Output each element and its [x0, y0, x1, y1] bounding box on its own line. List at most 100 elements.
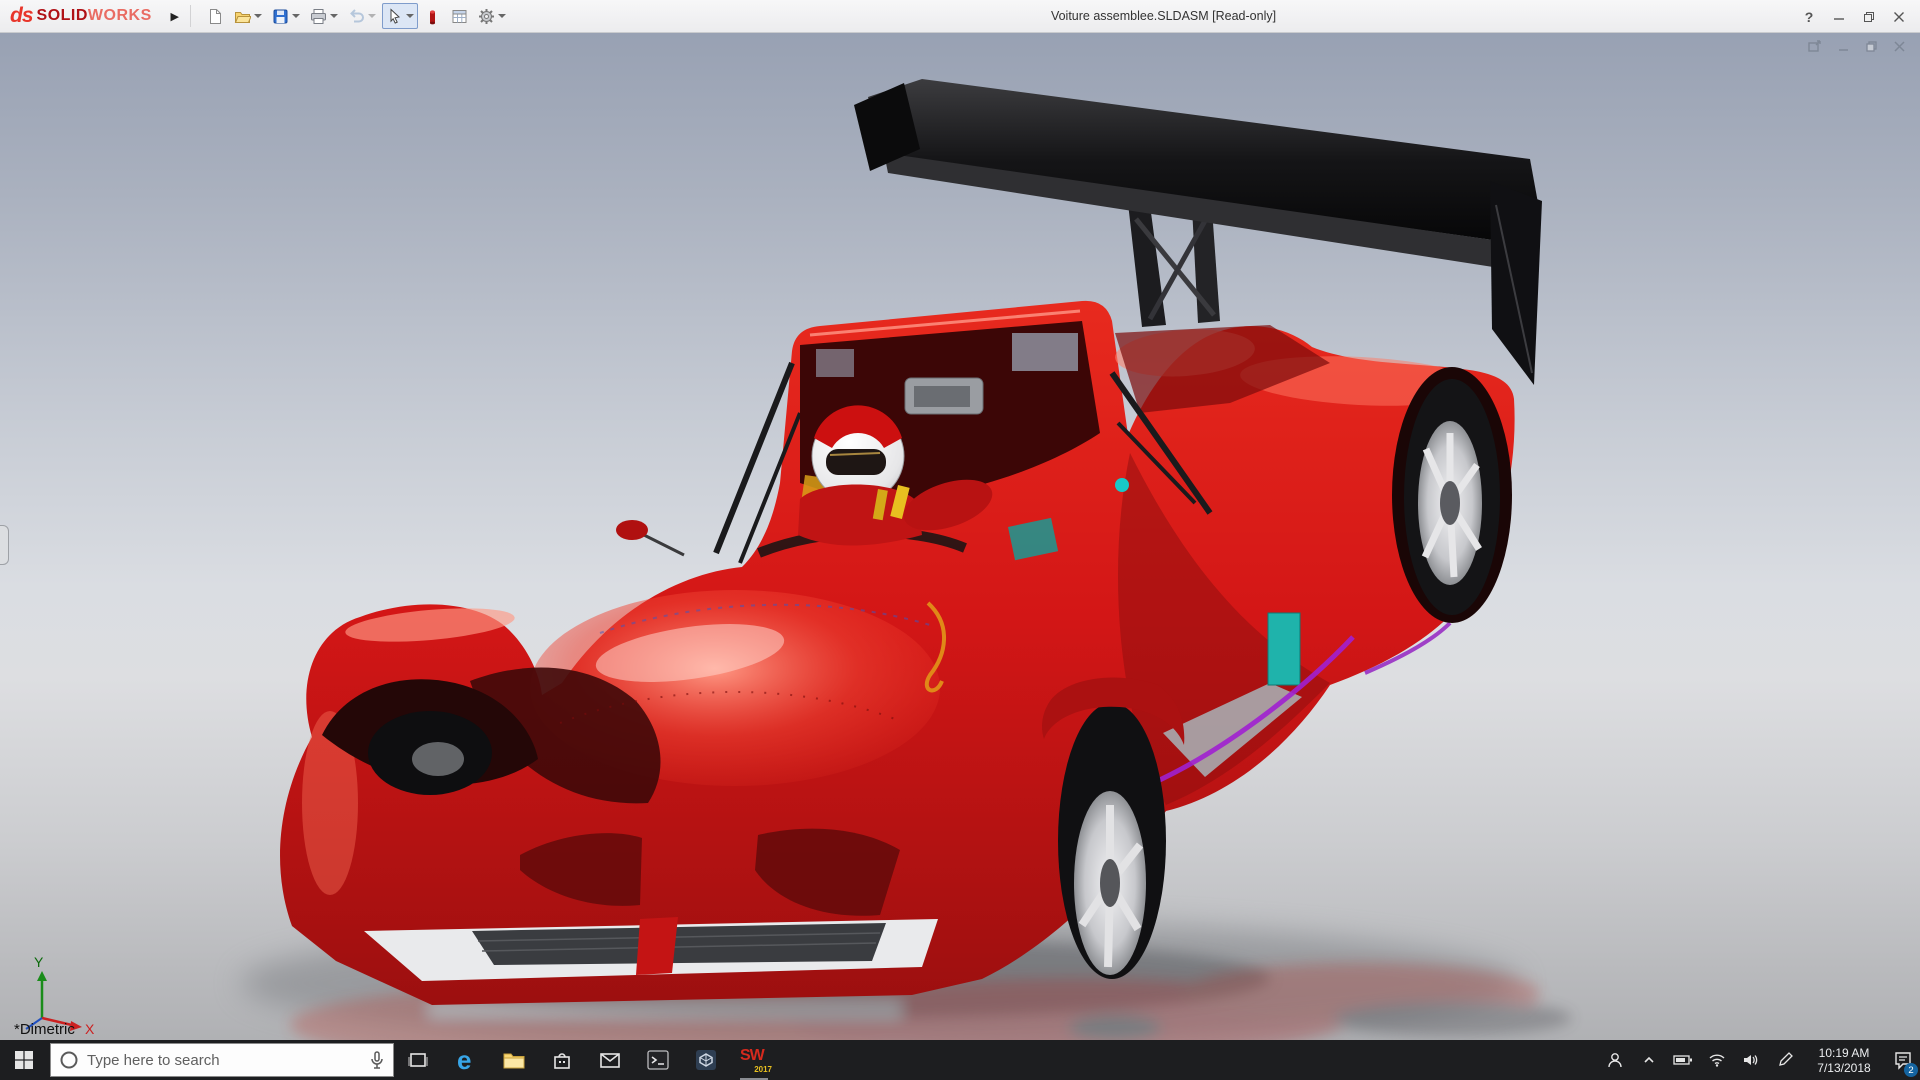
windows-logo-icon: [15, 1051, 33, 1069]
start-button[interactable]: [0, 1040, 48, 1080]
store-button[interactable]: [538, 1040, 586, 1080]
graphics-viewport[interactable]: Y X *Dimetric: [0, 33, 1920, 1040]
appearance-button[interactable]: [420, 3, 445, 29]
brand-solid: SOLID: [36, 7, 88, 24]
volume-button[interactable]: [1734, 1040, 1768, 1080]
network-button[interactable]: [1700, 1040, 1734, 1080]
window-controls: ?: [1794, 0, 1914, 33]
feature-manager-collapsed-tab[interactable]: [0, 525, 9, 565]
help-button[interactable]: ?: [1794, 0, 1824, 33]
clock-button[interactable]: 10:19 AM 7/13/2018: [1802, 1040, 1886, 1080]
search-input[interactable]: [87, 1051, 361, 1069]
view-orientation-label: *Dimetric: [14, 1021, 75, 1038]
microphone-icon[interactable]: [369, 1050, 385, 1070]
print-button[interactable]: [306, 3, 342, 29]
edrawings-app-button[interactable]: [682, 1040, 730, 1080]
notification-badge: 2: [1904, 1063, 1918, 1077]
maximize-button[interactable]: [1854, 0, 1884, 33]
wifi-icon: [1709, 1054, 1725, 1067]
options-button[interactable]: [474, 3, 510, 29]
doc-close-button[interactable]: [1890, 38, 1908, 54]
clock-time: 10:19 AM: [1818, 1045, 1870, 1060]
dropdown-caret[interactable]: [497, 14, 506, 18]
gear-icon: [478, 8, 494, 24]
race-car-model: Y X: [25, 79, 1572, 1040]
dassault-ds-icon: ds: [10, 4, 33, 27]
undo-icon: [349, 8, 364, 22]
battery-icon: [1673, 1055, 1692, 1065]
dropdown-caret[interactable]: [405, 14, 414, 18]
windows-taskbar: e SW 201: [0, 1040, 1920, 1080]
design-table-button[interactable]: [447, 3, 472, 29]
triad-y-label: Y: [34, 954, 44, 970]
console-app-button[interactable]: [634, 1040, 682, 1080]
pen-button[interactable]: [1768, 1040, 1802, 1080]
close-icon: [1893, 40, 1905, 52]
select-arrow-icon: [390, 7, 400, 24]
open-button[interactable]: [230, 3, 266, 29]
design-table-icon: [452, 9, 467, 23]
pen-icon: [1779, 1052, 1793, 1066]
triad-x-label: X: [85, 1021, 95, 1037]
save-button[interactable]: [268, 3, 304, 29]
store-bag-icon: [554, 1053, 570, 1069]
console-icon: [647, 1050, 669, 1070]
file-explorer-icon: [503, 1053, 525, 1069]
cortana-icon: [60, 1051, 78, 1069]
edge-icon: e: [457, 1047, 471, 1073]
popout-icon: [1808, 39, 1821, 52]
save-icon: [273, 9, 288, 23]
toolbar-separator: [189, 5, 191, 27]
dropdown-caret[interactable]: [329, 14, 338, 18]
battery-button[interactable]: [1666, 1040, 1700, 1080]
new-document-button[interactable]: [203, 3, 228, 29]
open-folder-icon: [234, 11, 251, 23]
mail-icon: [600, 1053, 620, 1068]
chevron-up-icon: [1644, 1056, 1654, 1063]
dropdown-caret[interactable]: [367, 14, 376, 18]
system-tray: 10:19 AM 7/13/2018 2: [1598, 1040, 1920, 1080]
close-button[interactable]: [1884, 0, 1914, 33]
solidworks-logo: ds SOLIDWORKS: [0, 4, 152, 28]
dropdown-caret[interactable]: [291, 14, 300, 18]
task-view-button[interactable]: [394, 1040, 442, 1080]
people-icon: [1608, 1053, 1622, 1068]
task-view-icon: [408, 1053, 428, 1067]
print-icon: [310, 8, 326, 24]
select-tool-button[interactable]: [381, 3, 418, 29]
edge-button[interactable]: e: [442, 1040, 490, 1080]
solidworks-app-icon: SW 2017: [740, 1047, 772, 1074]
action-center-button[interactable]: 2: [1886, 1040, 1920, 1080]
taskbar-search[interactable]: [50, 1043, 394, 1077]
clock-date: 7/13/2018: [1817, 1060, 1871, 1075]
doc-minimize-button[interactable]: [1834, 38, 1852, 54]
rear-right-wheel: [1392, 367, 1512, 623]
minimize-icon: [1838, 48, 1848, 51]
app-title-bar: ds SOLIDWORKS ▶ Voiture assemblee.SLDASM…: [0, 0, 1920, 33]
menu-expand-button[interactable]: ▶: [166, 10, 184, 23]
restore-icon: [1865, 40, 1877, 52]
car-body: [280, 300, 1515, 1005]
speaker-icon: [1744, 1055, 1758, 1065]
appearance-icon: [429, 9, 435, 24]
new-document-icon: [209, 8, 221, 24]
brand-works: WORKS: [87, 7, 152, 24]
close-icon: [1894, 11, 1904, 22]
restore-icon: [1864, 11, 1874, 22]
dropdown-caret[interactable]: [253, 14, 262, 18]
doc-restore-button[interactable]: [1862, 38, 1880, 54]
minimize-icon: [1834, 17, 1844, 20]
undo-button[interactable]: [344, 3, 380, 29]
edrawings-icon: [696, 1050, 716, 1070]
show-hidden-icons-button[interactable]: [1632, 1040, 1666, 1080]
svg-text:e: e: [457, 1047, 471, 1073]
minimize-button[interactable]: [1824, 0, 1854, 33]
mail-button[interactable]: [586, 1040, 634, 1080]
new-window-button[interactable]: [1806, 38, 1824, 54]
people-button[interactable]: [1598, 1040, 1632, 1080]
solidworks-taskbar-button[interactable]: SW 2017: [730, 1040, 778, 1080]
quick-access-toolbar: [203, 3, 510, 29]
document-title: Voiture assemblee.SLDASM [Read-only]: [1050, 9, 1277, 23]
file-explorer-button[interactable]: [490, 1040, 538, 1080]
document-window-controls: [1806, 38, 1908, 54]
